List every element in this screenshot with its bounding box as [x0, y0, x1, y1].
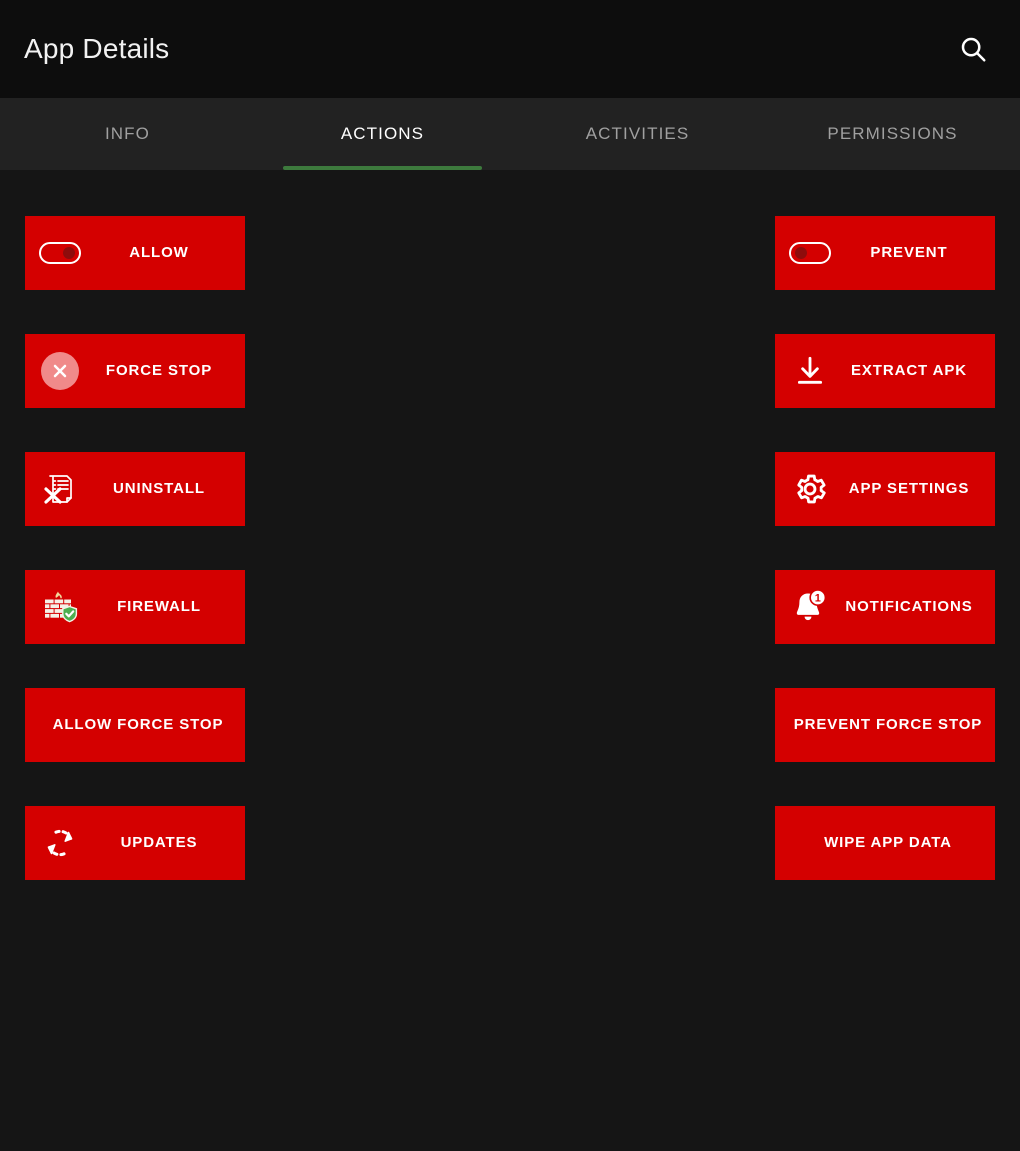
extract-apk-button[interactable]: EXTRACT APK [775, 334, 995, 408]
extract-apk-button-label: EXTRACT APK [850, 361, 967, 379]
notifications-button[interactable]: 1 NOTIFICATIONS [775, 570, 995, 644]
prevent-button[interactable]: PREVENT [775, 216, 995, 290]
prevent-button-label: PREVENT [870, 243, 948, 261]
app-bar: App Details [0, 0, 1020, 98]
tab-actions-label: ACTIONS [340, 124, 425, 143]
gear-icon [787, 466, 833, 512]
tab-permissions-label: PERMISSIONS [827, 124, 958, 143]
firewall-button[interactable]: FIREWALL [25, 570, 245, 644]
updates-button-label: UPDATES [120, 833, 198, 851]
app-details-screen: App Details INFO ACTIONS ACTIVITIES PERM… [0, 0, 1020, 1151]
tab-permissions[interactable]: PERMISSIONS [765, 98, 1020, 170]
force-stop-button-label: FORCE STOP [105, 361, 213, 379]
search-icon [958, 34, 988, 64]
uninstall-button-label: UNINSTALL [113, 479, 205, 497]
tab-info[interactable]: INFO [0, 98, 255, 170]
firewall-shield-icon [37, 584, 83, 630]
uninstall-button[interactable]: UNINSTALL [25, 452, 245, 526]
toggle-on-icon [37, 230, 83, 276]
notification-badge-count: 1 [815, 592, 821, 604]
notifications-button-label: NOTIFICATIONS [845, 597, 973, 615]
wipe-app-data-button-label: WIPE APP DATA [824, 833, 952, 851]
bell-badge-icon: 1 [787, 584, 833, 630]
document-delete-icon [37, 466, 83, 512]
allow-button-label: ALLOW [129, 243, 189, 261]
refresh-sync-icon [37, 820, 83, 866]
app-bar-actions [950, 26, 996, 72]
prevent-force-stop-button[interactable]: PREVENT FORCE STOP [775, 688, 995, 762]
app-settings-button[interactable]: APP SETTINGS [775, 452, 995, 526]
tab-actions[interactable]: ACTIONS [255, 98, 510, 170]
app-settings-button-label: APP SETTINGS [848, 479, 970, 497]
wipe-app-data-button[interactable]: WIPE APP DATA [775, 806, 995, 880]
allow-force-stop-button[interactable]: ALLOW FORCE STOP [25, 688, 245, 762]
page-title: App Details [24, 33, 170, 64]
updates-button[interactable]: UPDATES [25, 806, 245, 880]
force-stop-button[interactable]: FORCE STOP [25, 334, 245, 408]
actions-grid: ALLOW PREVENT FORCE STOP EXTRACT APK UNI… [25, 216, 995, 880]
allow-force-stop-button-label: ALLOW FORCE STOP [52, 715, 224, 733]
tab-activities[interactable]: ACTIVITIES [510, 98, 765, 170]
firewall-button-label: FIREWALL [117, 597, 201, 615]
tab-activities-label: ACTIVITIES [585, 124, 690, 143]
tab-bar: INFO ACTIONS ACTIVITIES PERMISSIONS [0, 98, 1020, 170]
actions-panel: ALLOW PREVENT FORCE STOP EXTRACT APK UNI… [0, 170, 1020, 1151]
download-icon [787, 348, 833, 394]
circle-x-icon [37, 348, 83, 394]
allow-button[interactable]: ALLOW [25, 216, 245, 290]
prevent-force-stop-button-label: PREVENT FORCE STOP [793, 715, 983, 733]
tab-info-label: INFO [104, 124, 150, 143]
toggle-off-icon [787, 230, 833, 276]
search-button[interactable] [950, 26, 996, 72]
